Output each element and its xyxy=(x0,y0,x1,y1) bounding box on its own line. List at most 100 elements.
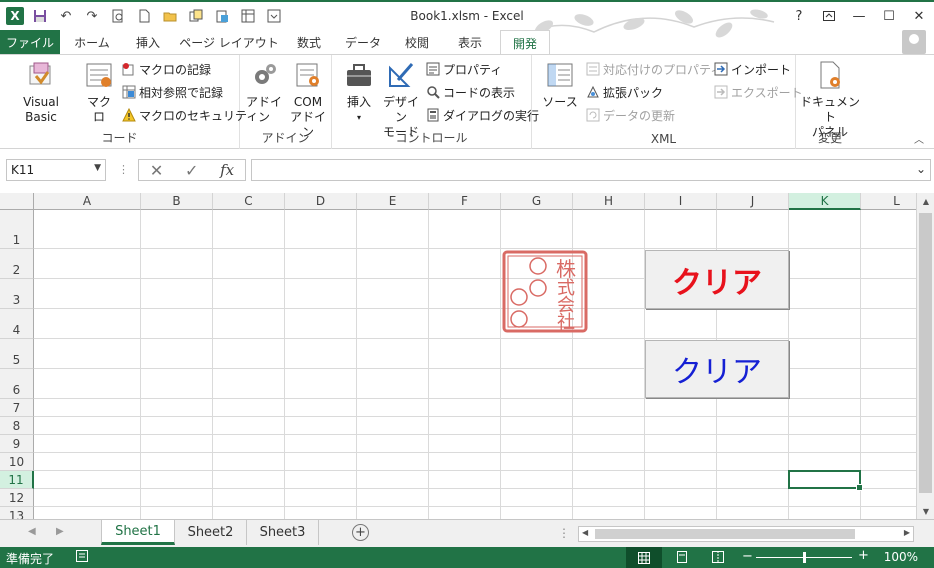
prev-sheet-icon[interactable]: ◀ xyxy=(28,526,36,537)
zoom-level[interactable]: 100% xyxy=(884,550,918,564)
zoom-in-icon[interactable]: + xyxy=(858,548,869,563)
next-sheet-icon[interactable]: ▶ xyxy=(56,526,64,537)
enter-icon[interactable]: ✓ xyxy=(185,161,198,180)
xml-source-icon xyxy=(544,59,576,91)
document-panel-button[interactable]: ドキュメント パネル xyxy=(800,59,860,140)
minimize-icon[interactable]: — xyxy=(844,4,874,28)
horizontal-scrollbar[interactable]: ◀ ▶ xyxy=(578,526,914,542)
scroll-down-icon[interactable]: ▼ xyxy=(917,503,934,519)
horizontal-scroll-thumb[interactable] xyxy=(595,529,855,539)
collapse-ribbon-icon[interactable]: ︿ xyxy=(914,131,924,146)
zoom-slider-knob[interactable] xyxy=(803,552,806,563)
row-header-1[interactable]: 1 xyxy=(0,210,34,249)
sheet-tab-sheet3[interactable]: Sheet3 xyxy=(247,520,319,545)
visual-basic-button[interactable]: Visual Basic xyxy=(6,59,76,125)
map-properties-button[interactable]: 対応付けのプロパティ xyxy=(586,59,722,79)
row-header-8[interactable]: 8 xyxy=(0,417,34,435)
column-header-k[interactable]: K xyxy=(789,193,861,210)
com-addin-button[interactable]: COM アドイン xyxy=(288,59,328,140)
column-header-c[interactable]: C xyxy=(213,193,285,210)
formula-bar-grip-icon[interactable]: ⋮ xyxy=(118,163,129,176)
column-header-a[interactable]: A xyxy=(34,193,141,210)
insert-function-icon[interactable]: fx xyxy=(220,161,234,179)
import-button[interactable]: インポート xyxy=(714,59,791,79)
active-cell-k11[interactable] xyxy=(788,470,863,491)
cancel-icon[interactable]: ✕ xyxy=(150,161,163,180)
chevron-down-icon[interactable]: ▼ xyxy=(94,163,101,173)
tab-view[interactable]: 表示 xyxy=(444,30,496,54)
sheet-tab-sheet2[interactable]: Sheet2 xyxy=(175,520,247,545)
add-sheet-icon[interactable]: + xyxy=(352,524,369,541)
macro-record-status-icon[interactable] xyxy=(76,550,88,565)
scroll-left-icon[interactable]: ◀ xyxy=(582,528,588,537)
column-header-h[interactable]: H xyxy=(573,193,645,210)
row-header-5[interactable]: 5 xyxy=(0,339,34,369)
run-dialog-button[interactable]: ダイアログの実行 xyxy=(426,105,539,125)
tab-home[interactable]: ホーム xyxy=(64,30,120,54)
column-header-l[interactable]: L xyxy=(861,193,916,210)
expand-formula-bar-icon[interactable]: ⌄ xyxy=(916,162,926,176)
warning-icon xyxy=(122,108,136,122)
row-header-11[interactable]: 11 xyxy=(0,471,34,489)
export-button[interactable]: エクスポート xyxy=(714,82,803,102)
column-header-d[interactable]: D xyxy=(285,193,357,210)
column-header-g[interactable]: G xyxy=(501,193,573,210)
design-mode-button[interactable]: デザイン モード xyxy=(380,59,422,140)
maximize-icon[interactable]: ☐ xyxy=(874,4,904,28)
expansion-packs-button[interactable]: 拡張パック xyxy=(586,82,663,102)
row-header-12[interactable]: 12 xyxy=(0,489,34,507)
column-header-i[interactable]: I xyxy=(645,193,717,210)
column-header-f[interactable]: F xyxy=(429,193,501,210)
macro-security-button[interactable]: マクロのセキュリティ xyxy=(122,105,258,125)
source-button[interactable]: ソース xyxy=(542,59,578,110)
tab-insert[interactable]: 挿入 xyxy=(122,30,174,54)
help-icon[interactable]: ? xyxy=(784,4,814,28)
row-header-6[interactable]: 6 xyxy=(0,369,34,399)
row-header-9[interactable]: 9 xyxy=(0,435,34,453)
column-header-e[interactable]: E xyxy=(357,193,429,210)
column-header-j[interactable]: J xyxy=(717,193,789,210)
row-header-4[interactable]: 4 xyxy=(0,309,34,339)
tab-developer[interactable]: 開発 xyxy=(500,30,550,55)
close-icon[interactable]: ✕ xyxy=(904,4,934,28)
clear-button-blue[interactable]: クリア xyxy=(645,340,789,398)
vertical-scrollbar[interactable]: ▲ ▼ xyxy=(916,193,934,519)
tab-review[interactable]: 校閲 xyxy=(392,30,442,54)
normal-view-icon[interactable] xyxy=(626,547,662,568)
row-header-3[interactable]: 3 xyxy=(0,279,34,309)
select-all-button[interactable] xyxy=(0,193,34,210)
row-header-7[interactable]: 7 xyxy=(0,399,34,417)
tab-formulas[interactable]: 数式 xyxy=(284,30,334,54)
relative-reference-button[interactable]: 相対参照で記録 xyxy=(122,82,223,102)
scroll-up-icon[interactable]: ▲ xyxy=(917,193,934,209)
tab-page-layout[interactable]: ページ レイアウト xyxy=(176,30,282,54)
scroll-right-icon[interactable]: ▶ xyxy=(904,528,910,537)
page-layout-view-icon[interactable] xyxy=(676,551,688,566)
vertical-scroll-thumb[interactable] xyxy=(919,213,932,493)
tab-file[interactable]: ファイル xyxy=(0,30,60,54)
record-macro-button[interactable]: マクロの記録 xyxy=(122,59,211,79)
refresh-data-button[interactable]: データの更新 xyxy=(586,105,675,125)
column-header-b[interactable]: B xyxy=(141,193,213,210)
row-header-10[interactable]: 10 xyxy=(0,453,34,471)
formula-buttons: ✕ ✓ fx xyxy=(138,159,246,181)
zoom-slider[interactable] xyxy=(756,552,852,563)
tab-split-grip-icon[interactable]: ⋮ xyxy=(558,526,570,540)
sheet-tab-sheet1[interactable]: Sheet1 xyxy=(101,520,175,545)
macro-button[interactable]: マクロ xyxy=(82,59,116,125)
name-box[interactable]: K11 ▼ xyxy=(6,159,106,181)
row-header-13[interactable]: 13 xyxy=(0,507,34,519)
addins-group: アドイン COM アドイン アドイン xyxy=(240,55,332,149)
properties-button[interactable]: プロパティ xyxy=(426,59,502,79)
zoom-out-icon[interactable]: − xyxy=(742,549,753,564)
insert-control-button[interactable]: 挿入 ▾ xyxy=(340,59,378,125)
formula-input[interactable]: ⌄ xyxy=(251,159,931,181)
clear-button-red[interactable]: クリア xyxy=(645,250,789,309)
ribbon-display-icon[interactable] xyxy=(814,4,844,28)
page-break-view-icon[interactable] xyxy=(712,551,724,566)
tab-data[interactable]: データ xyxy=(336,30,390,54)
row-header-2[interactable]: 2 xyxy=(0,249,34,279)
addin-button[interactable]: アドイン xyxy=(246,59,282,125)
user-avatar[interactable] xyxy=(902,30,926,54)
view-code-button[interactable]: コードの表示 xyxy=(426,82,515,102)
